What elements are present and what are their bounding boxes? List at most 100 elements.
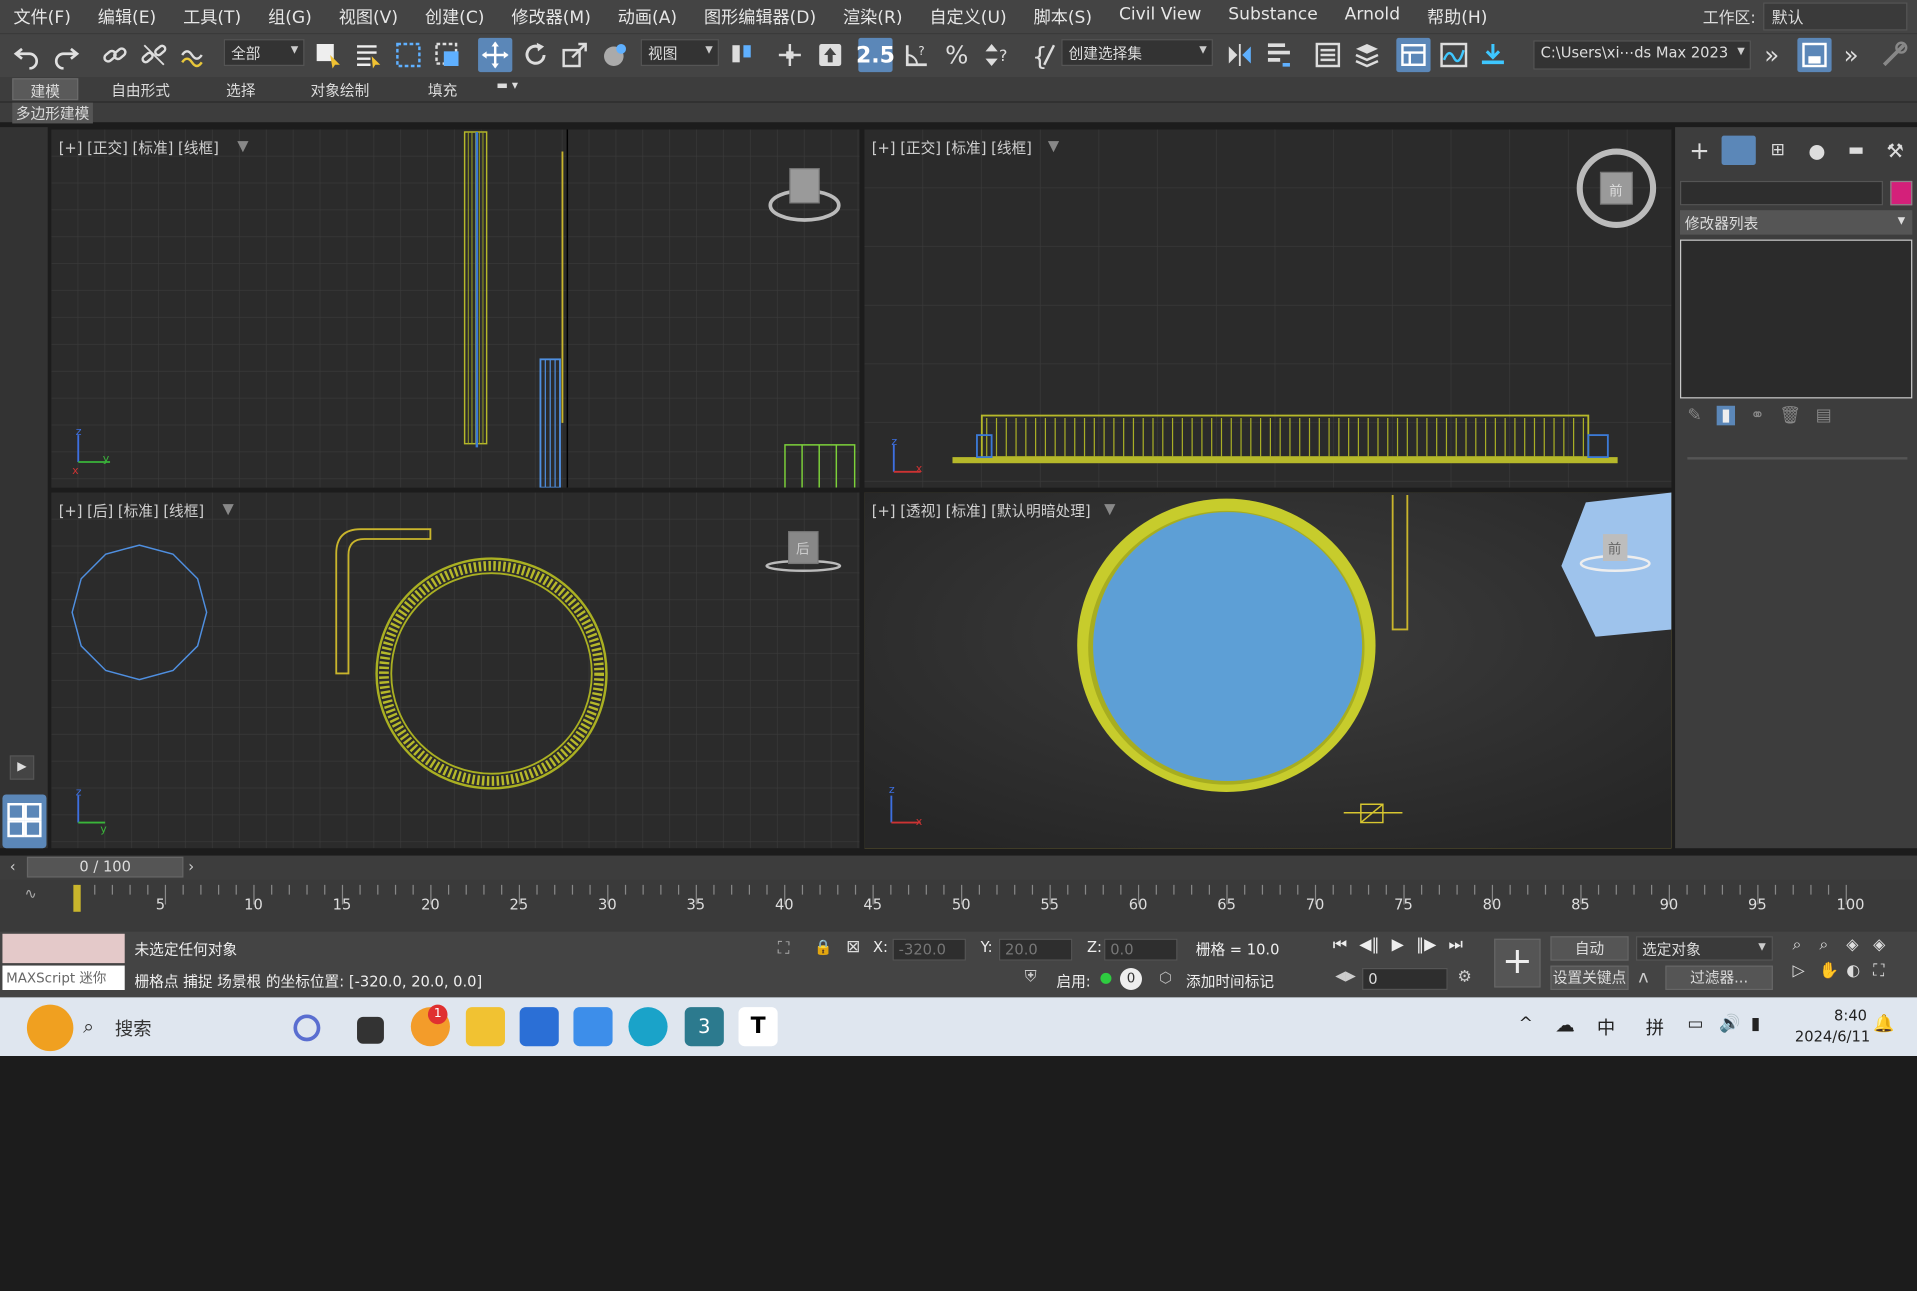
angle-snap-icon[interactable]: ? (900, 38, 934, 72)
menu-item[interactable]: 渲染(R) (830, 4, 916, 28)
menu-item[interactable]: 编辑(E) (84, 4, 169, 28)
tab-modeling[interactable]: 建模 (12, 78, 79, 101)
viewport-bottom-left[interactable]: zy [+] [后] [标准] [线框] ▼ 后 (51, 492, 860, 849)
toolbar-overflow-2-icon[interactable]: » (1834, 38, 1868, 72)
clock-date[interactable]: 2024/6/11 (1795, 1028, 1870, 1045)
time-slider-thumb[interactable]: 0 / 100 (26, 856, 184, 878)
show-hidden-icons-icon[interactable]: ^ (1519, 1014, 1533, 1034)
percent-snap-icon[interactable]: % (940, 38, 974, 72)
search-icon[interactable]: ⌕ (83, 1014, 94, 1038)
enable-status-indicator[interactable] (1100, 972, 1112, 984)
time-tag-toggle-icon[interactable]: 0 (1119, 967, 1143, 990)
absolute-mode-icon[interactable]: ⊠ (846, 937, 860, 957)
adaptive-degradation-icon[interactable]: ⛨ (1025, 968, 1037, 986)
viewport-perspective[interactable]: zx [+] [透视] [标准] [默认明暗处理] ▼ 前 (864, 492, 1672, 849)
curve-editor-icon[interactable] (1437, 38, 1471, 72)
layer-explorer-icon[interactable] (1350, 38, 1384, 72)
viewcube-icon[interactable]: 后 (763, 527, 844, 576)
zoom-icon[interactable]: ⌕ (1792, 936, 1819, 954)
workspace-selector[interactable]: 工作区: 默认 (1703, 2, 1917, 31)
default-in-out-tangent-icon[interactable]: ʌ (1638, 968, 1648, 988)
goto-end-icon[interactable]: ⏭ (1449, 936, 1463, 954)
snaps-toggle-icon[interactable]: 2.5 (856, 37, 895, 73)
menu-item[interactable]: 组(G) (255, 4, 326, 28)
viewcube-icon[interactable]: 前 (1571, 142, 1664, 235)
maximize-viewport-icon[interactable]: ⛶ (1873, 962, 1900, 980)
viewport-filter-icon[interactable]: ▼ (237, 137, 248, 154)
pin-tool-icon[interactable] (1877, 38, 1911, 72)
track-bar[interactable]: ∿ 5 10 15 20 25 30 35 40 45 50 55 60 65 70 75 80 85 90 95 1… (0, 879, 1917, 932)
menu-item[interactable]: 动画(A) (604, 4, 690, 28)
maxscript-listener[interactable] (2, 933, 125, 964)
link-icon[interactable] (98, 38, 132, 72)
place-icon[interactable] (598, 38, 632, 72)
display-tab-icon[interactable]: ▬ (1839, 141, 1873, 161)
time-slider[interactable]: ‹ 0 / 100 › (0, 855, 1917, 880)
next-frame-button-icon[interactable]: ‖▶ (1416, 936, 1436, 954)
key-filter-selection-dropdown[interactable]: 选定对象 (1635, 936, 1773, 961)
battery-icon[interactable]: ▮ (1751, 1014, 1760, 1034)
configure-modifier-sets-icon[interactable]: ▤ (1816, 406, 1832, 426)
viewcube-icon[interactable] (765, 164, 843, 228)
viewport-filter-icon[interactable]: ▼ (223, 500, 234, 517)
zoom-all-icon[interactable]: ⌕ (1819, 936, 1846, 954)
selection-filter-dropdown[interactable]: 全部 (223, 39, 305, 66)
set-key-button[interactable]: 设置关键点 (1550, 965, 1629, 990)
task-view-icon[interactable] (357, 1016, 384, 1044)
pin-stack-icon[interactable]: ✎ (1687, 406, 1701, 426)
z-coordinate-field[interactable]: 0.0 (1104, 938, 1178, 961)
make-unique-icon[interactable]: ⚭ (1750, 406, 1764, 426)
3dsmax-taskbar-icon[interactable]: 3 (684, 1007, 724, 1047)
ime-mode-indicator[interactable]: 拼 (1646, 1014, 1664, 1040)
isolate-selection-icon[interactable]: ⛶ (778, 939, 790, 959)
maxscript-mini-listener[interactable]: MAXScript 迷你 (2, 965, 125, 990)
key-mode-icon[interactable]: ◀▶ (1335, 968, 1356, 984)
messaging-app-icon[interactable] (573, 1007, 613, 1047)
key-filters-button[interactable]: 过滤器... (1665, 965, 1773, 990)
viewport-filter-icon[interactable]: ▼ (1048, 137, 1059, 154)
redo-icon[interactable] (49, 38, 83, 72)
unlink-icon[interactable] (137, 38, 171, 72)
network-icon[interactable]: ▭ (1687, 1014, 1703, 1034)
goto-start-icon[interactable]: ⏮ (1333, 936, 1347, 954)
menu-item[interactable]: 帮助(H) (1414, 4, 1501, 28)
file-explorer-icon[interactable] (465, 1007, 505, 1047)
hierarchy-tab-icon[interactable]: ⊞ (1761, 141, 1795, 161)
rect-selection-region-icon[interactable] (391, 38, 425, 72)
show-end-result-icon[interactable]: ▮ (1716, 405, 1736, 426)
set-key-icon[interactable]: + (1494, 938, 1541, 988)
tab-populate[interactable]: 填充 (410, 78, 476, 100)
pivot-center-icon[interactable] (725, 38, 759, 72)
edge-browser-icon[interactable] (628, 1007, 668, 1047)
pan-icon[interactable]: ✋ (1819, 962, 1846, 980)
next-frame-icon[interactable]: › (188, 858, 194, 875)
named-selection-sets-dropdown[interactable]: 创建选择集 (1061, 39, 1213, 66)
menu-item[interactable]: 工具(T) (170, 4, 255, 28)
polygon-modeling-label[interactable]: 多边形建模 (12, 102, 93, 124)
menu-item[interactable]: Civil View (1105, 4, 1214, 28)
onedrive-icon[interactable]: ☁ (1555, 1013, 1575, 1036)
play-icon[interactable]: ▶ (1392, 936, 1404, 954)
modifier-list-dropdown[interactable]: 修改器列表 (1679, 210, 1913, 235)
menu-item[interactable]: 视图(V) (325, 4, 411, 28)
add-time-tag-button[interactable]: 添加时间标记 (1186, 970, 1274, 991)
taskbar-search-box[interactable]: 搜索 (115, 1016, 152, 1042)
viewport-label[interactable]: [+] [后] [标准] [线框] (59, 500, 204, 521)
scene-explorer-icon[interactable] (1311, 38, 1345, 72)
modify-tab-icon[interactable] (1721, 135, 1756, 165)
zoom-extents-all-icon[interactable]: ◈ (1873, 936, 1900, 954)
motion-tab-icon[interactable]: ● (1800, 139, 1834, 162)
object-name-field[interactable] (1679, 180, 1883, 206)
widget-icon[interactable] (293, 1014, 321, 1042)
menu-item[interactable]: Arnold (1331, 4, 1413, 28)
project-path-dropdown[interactable]: C:\Users\xi⋯ds Max 2023 (1533, 40, 1751, 70)
menu-item[interactable]: 自定义(U) (916, 4, 1020, 28)
menu-item[interactable]: 图形编辑器(D) (691, 4, 830, 28)
spinner-snap-icon[interactable]: ? (979, 38, 1013, 72)
viewport-layout-icon[interactable] (2, 794, 47, 849)
remove-modifier-icon[interactable]: 🗑 (1779, 406, 1801, 426)
bind-spacewarp-icon[interactable] (176, 38, 210, 72)
tab-object-paint[interactable]: 对象绘制 (297, 78, 383, 100)
window-crossing-icon[interactable] (430, 38, 464, 72)
select-by-name-icon[interactable] (351, 38, 385, 72)
